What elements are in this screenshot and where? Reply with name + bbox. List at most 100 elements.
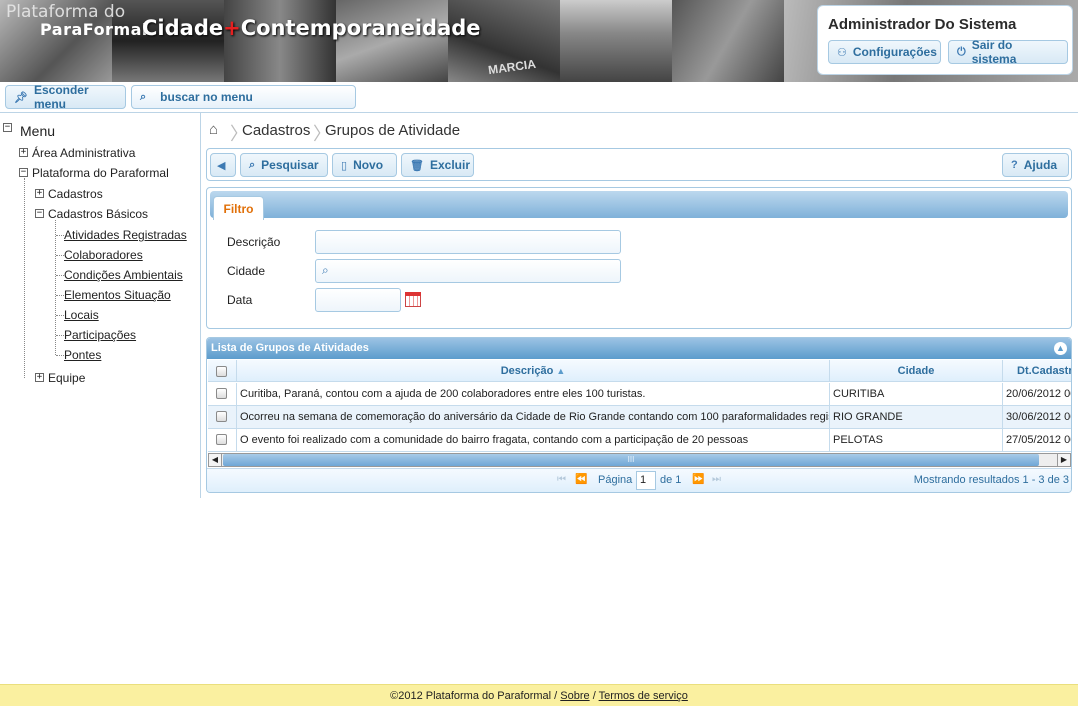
breadcrumb-current: Grupos de Atividade <box>325 122 461 139</box>
menu-toolbar: 📌︎ Esconder menu ⌕ buscar no menu <box>0 82 1078 113</box>
tree-leaf-locais[interactable]: Locais <box>64 308 99 322</box>
settings-button[interactable]: ⚇ Configurações <box>828 40 941 64</box>
search-icon: ⌕ <box>140 90 147 103</box>
tree-leaf-elementos[interactable]: Elementos Situação <box>64 288 171 302</box>
column-dtcadastro[interactable]: Dt.Cadastro <box>1003 360 1071 382</box>
column-dtcadastro-label: Dt.Cadastro <box>1017 365 1071 377</box>
row-checkbox[interactable] <box>216 434 227 445</box>
table-row[interactable]: O evento foi realizado com a comunidade … <box>208 429 1071 452</box>
terms-link[interactable]: Termos de serviço <box>599 690 688 702</box>
tree-leaf-condicoes[interactable]: Condições Ambientais <box>64 268 183 282</box>
row-select-cell <box>208 383 237 405</box>
tree-item-area-admin[interactable]: Área Administrativa <box>32 146 135 160</box>
search-button[interactable]: ⌕ Pesquisar <box>240 153 328 177</box>
help-button[interactable]: ? Ajuda <box>1002 153 1069 177</box>
row-data: 20/06/2012 00:00 <box>1006 388 1071 400</box>
scroll-left-icon[interactable]: ◀ <box>209 454 222 466</box>
footer: ©2012 Plataforma do Paraformal / Sobre /… <box>0 684 1078 706</box>
tab-filter[interactable]: Filtro <box>213 196 264 220</box>
cidade-input[interactable]: ⌕ <box>315 259 621 283</box>
tree-item-plataforma[interactable]: Plataforma do Paraformal <box>32 166 169 180</box>
filter-panel: Filtro Descrição Cidade ⌕ Data <box>206 187 1072 329</box>
new-button[interactable]: ▯ Novo <box>332 153 397 177</box>
prev-page-icon[interactable]: ⏪ <box>575 474 587 485</box>
banner-photo: MARCIA <box>448 0 560 82</box>
menu-tree: − Menu + Área Administrativa − Plataform… <box>0 113 201 498</box>
next-page-icon[interactable]: ⏩ <box>692 474 704 485</box>
user-name: Administrador Do Sistema <box>828 16 1017 33</box>
menu-search-placeholder: buscar no menu <box>160 90 253 104</box>
row-cidade: CURITIBA <box>830 383 1003 405</box>
tree-leaf-pontes[interactable]: Pontes <box>64 348 101 362</box>
row-select-cell <box>208 406 237 428</box>
calendar-icon[interactable] <box>405 292 421 307</box>
data-input[interactable] <box>315 288 401 312</box>
tree-item-cadastros[interactable]: Cadastros <box>48 187 103 201</box>
row-data: 27/05/2012 00:00 <box>1006 434 1071 446</box>
document-icon: ▯ <box>341 159 348 172</box>
new-button-label: Novo <box>353 158 384 172</box>
delete-button[interactable]: 🗑︎ Excluir <box>401 153 474 177</box>
collapse-icon[interactable]: − <box>35 209 44 218</box>
header-banner: MARCIA Plataforma do ParaFormal Cidade+C… <box>0 0 1078 82</box>
power-icon: ⏻ <box>957 45 966 58</box>
tree-item-cadastros-basicos[interactable]: Cadastros Básicos <box>48 207 148 221</box>
tree-leaf-atividades[interactable]: Atividades Registradas <box>64 228 187 242</box>
last-page-icon[interactable]: ⏭ <box>712 474 721 485</box>
trash-icon: 🗑︎ <box>410 159 424 172</box>
search-button-label: Pesquisar <box>261 158 319 172</box>
pin-icon: 📌︎ <box>14 91 28 104</box>
delete-button-label: Excluir <box>429 158 470 172</box>
tree-leaf-colaboradores[interactable]: Colaboradores <box>64 248 143 262</box>
brand-title-part1: Cidade <box>142 16 224 40</box>
select-all-checkbox[interactable] <box>216 366 227 377</box>
page-input[interactable]: 1 <box>636 471 656 490</box>
grid-title-text: Lista de Grupos de Atividades <box>211 342 369 354</box>
column-descricao[interactable]: Descrição ▲ <box>237 360 830 382</box>
row-checkbox[interactable] <box>216 411 227 422</box>
help-button-label: Ajuda <box>1023 158 1058 172</box>
back-button[interactable]: ◀ <box>210 153 236 177</box>
collapse-icon[interactable]: − <box>19 168 28 177</box>
results-count: Mostrando resultados 1 - 3 de 3 <box>913 474 1069 486</box>
user-icon: ⚇ <box>837 46 847 59</box>
table-row[interactable]: Ocorreu na semana de comemoração do aniv… <box>208 406 1071 429</box>
brand-small-text: ParaFormal <box>40 20 148 39</box>
logout-button[interactable]: ⏻ Sair do sistema <box>948 38 1068 66</box>
tree-root[interactable]: Menu <box>20 123 55 139</box>
menu-search-input[interactable]: ⌕ buscar no menu <box>131 85 356 109</box>
footer-copyright: ©2012 Plataforma do Paraformal / <box>390 690 558 702</box>
row-checkbox[interactable] <box>216 388 227 399</box>
filter-header <box>210 191 1068 218</box>
collapse-grid-icon[interactable]: ▲ <box>1054 342 1067 355</box>
collapse-icon[interactable]: − <box>3 123 12 132</box>
help-icon: ? <box>1011 159 1018 171</box>
column-descricao-label: Descrição <box>500 365 554 377</box>
about-link[interactable]: Sobre <box>560 690 589 702</box>
user-box: Administrador Do Sistema ⚇ Configurações… <box>817 5 1073 75</box>
column-cidade-label: Cidade <box>897 365 935 377</box>
table-row[interactable]: Curitiba, Paraná, contou com a ajuda de … <box>208 383 1071 406</box>
expand-icon[interactable]: + <box>35 373 44 382</box>
grid-title: Lista de Grupos de Atividades ▲ <box>207 338 1071 359</box>
hide-menu-label: Esconder menu <box>33 83 89 111</box>
breadcrumb-cadastros[interactable]: Cadastros <box>242 122 310 139</box>
home-icon[interactable]: ⌂ <box>209 121 218 138</box>
tree-leaf-participacoes[interactable]: Participações <box>64 328 136 342</box>
row-descricao: Curitiba, Paraná, contou com a ajuda de … <box>237 383 830 405</box>
descricao-input[interactable] <box>315 230 621 254</box>
hide-menu-button[interactable]: 📌︎ Esconder menu <box>5 83 126 111</box>
column-cidade[interactable]: Cidade <box>830 360 1003 382</box>
expand-icon[interactable]: + <box>19 148 28 157</box>
row-descricao: O evento foi realizado com a comunidade … <box>237 429 830 451</box>
scroll-thumb[interactable]: III <box>223 454 1039 466</box>
tree-item-equipe[interactable]: Equipe <box>48 371 85 385</box>
settings-button-label: Configurações <box>852 45 937 59</box>
banner-photo <box>224 0 336 82</box>
scroll-right-icon[interactable]: ▶ <box>1057 454 1070 466</box>
horizontal-scrollbar[interactable]: ◀ III ▶ <box>208 453 1071 467</box>
action-bar: ◀ ⌕ Pesquisar ▯ Novo 🗑︎ Excluir ? Ajuda <box>206 148 1072 181</box>
expand-icon[interactable]: + <box>35 189 44 198</box>
first-page-icon[interactable]: ⏮ <box>557 474 566 485</box>
search-icon: ⌕ <box>249 158 256 171</box>
